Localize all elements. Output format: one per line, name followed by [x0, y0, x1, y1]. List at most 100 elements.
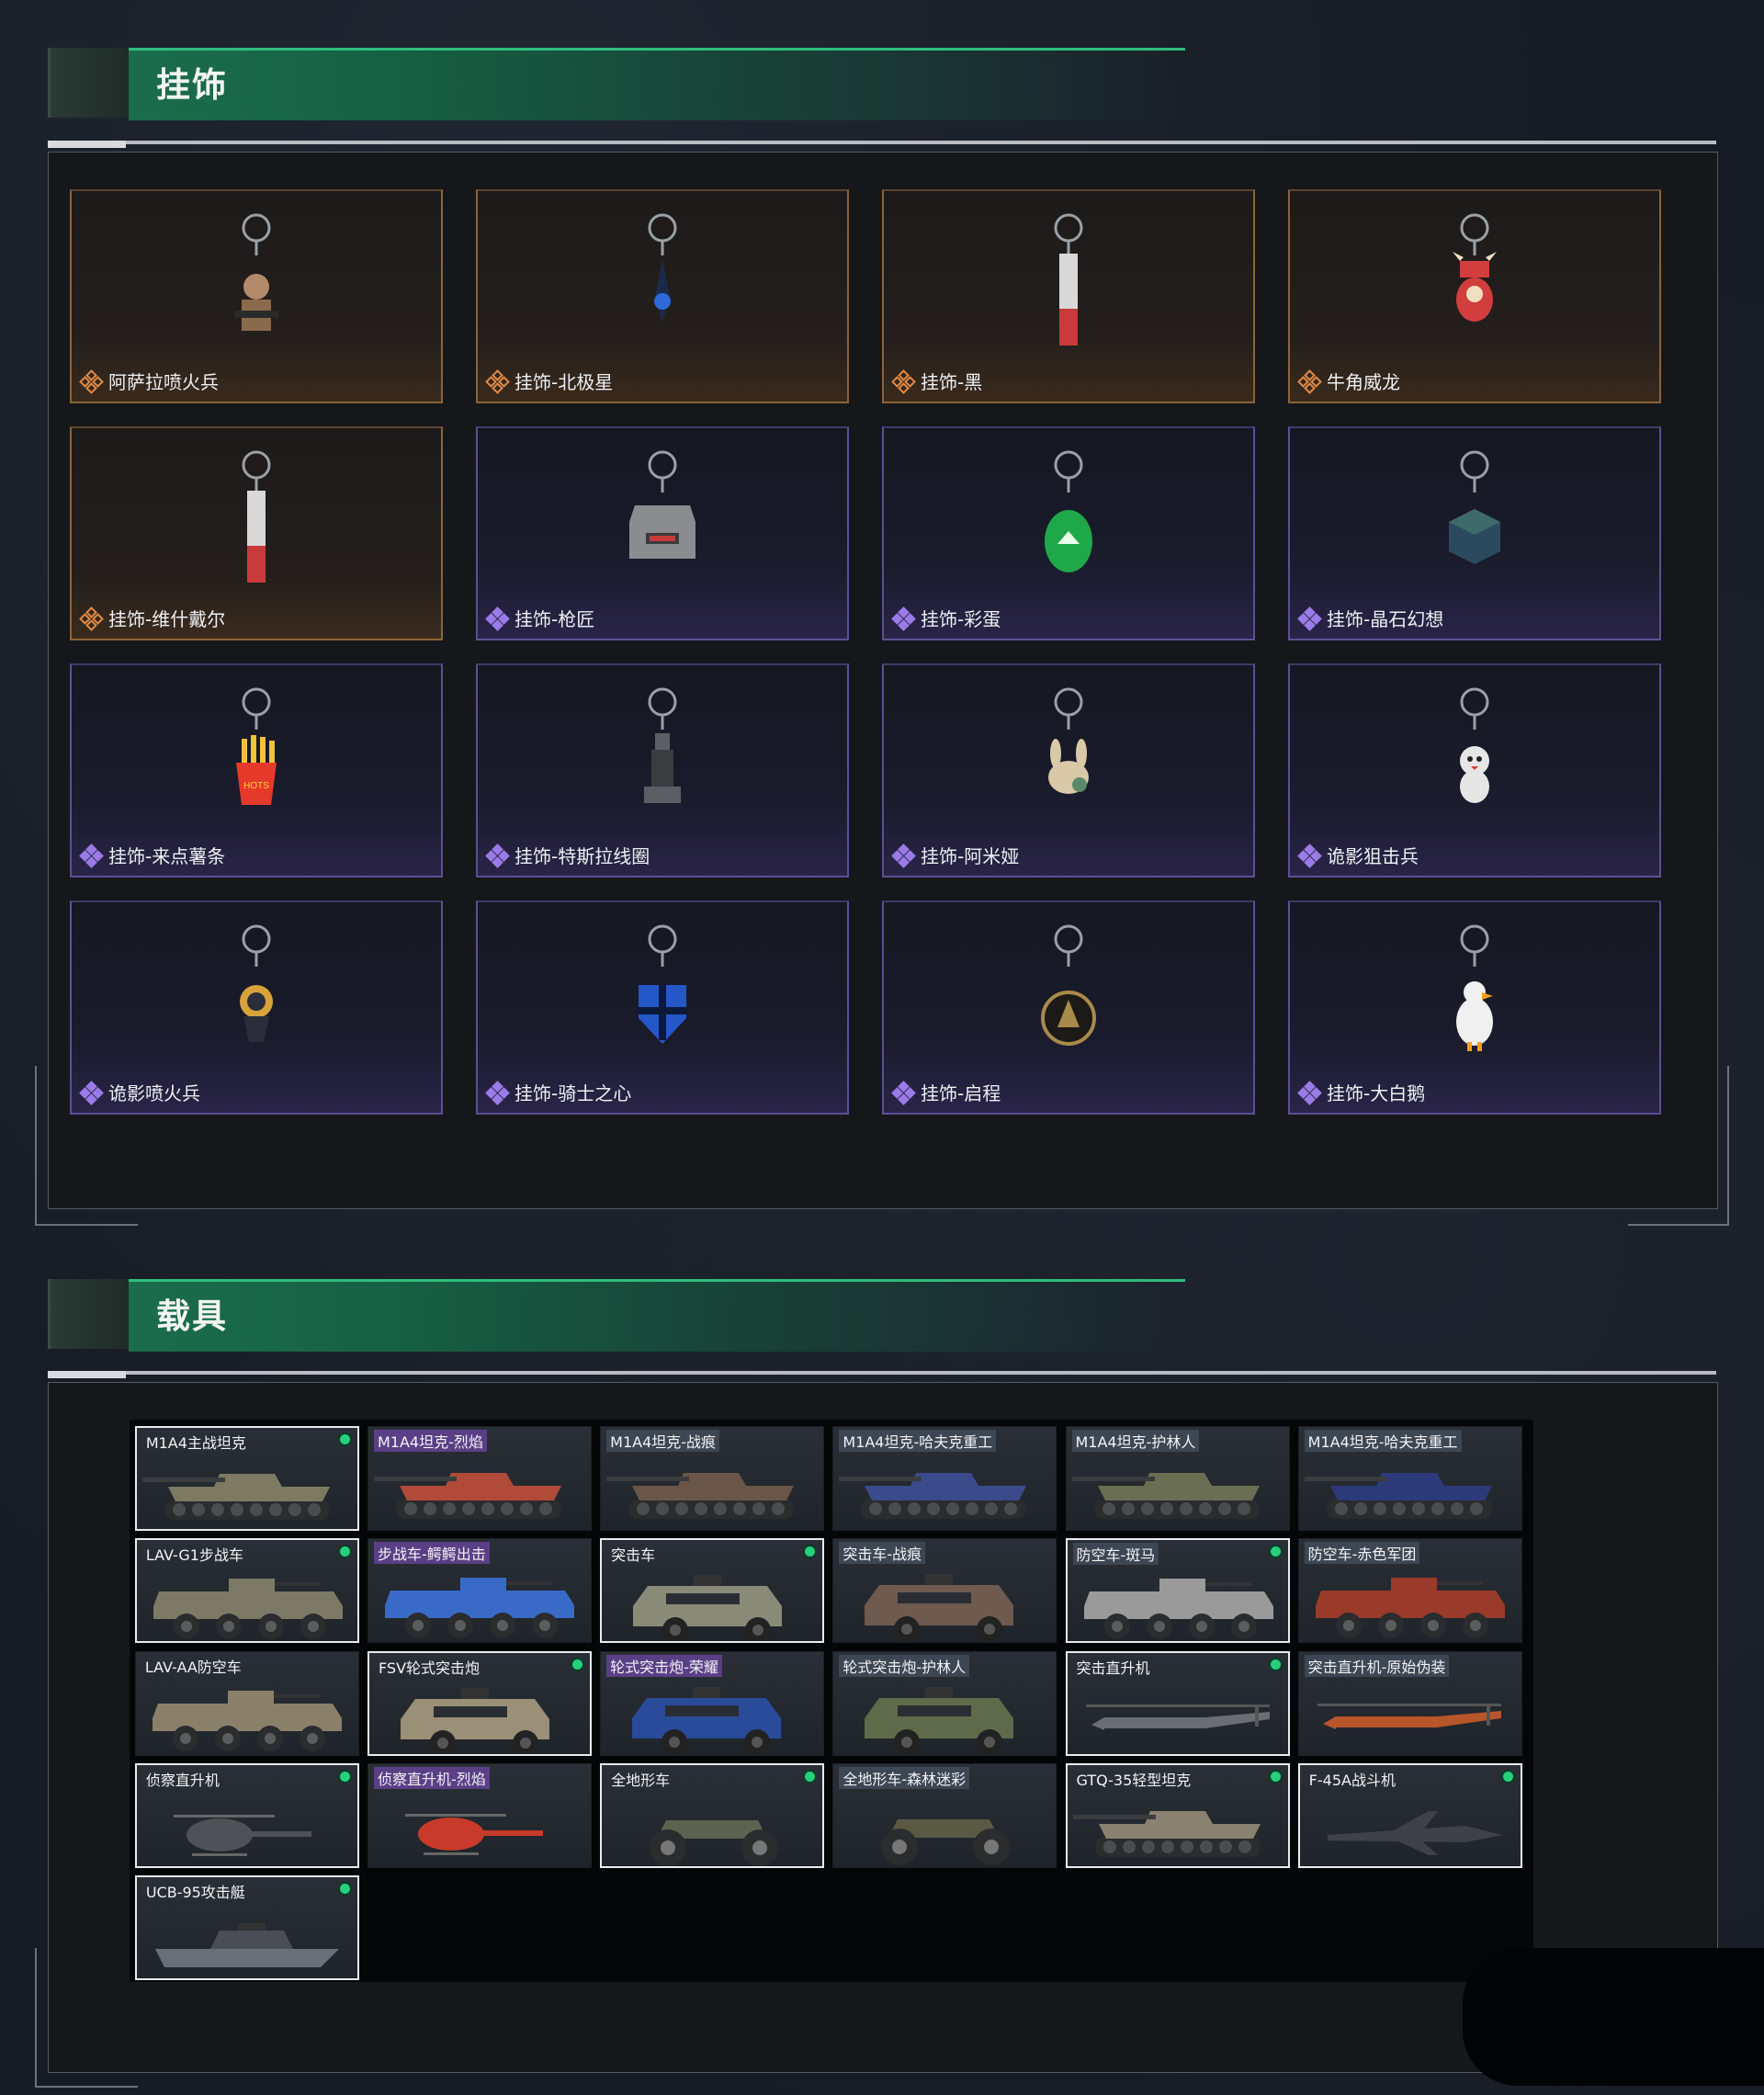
vehicle-name: M1A4坦克-哈夫克重工	[839, 1430, 997, 1453]
charm-label-row: 挂饰-启程	[891, 1079, 1001, 1105]
soldier-charm-icon	[72, 208, 441, 364]
vehicle-card[interactable]: 防空车-赤色军团	[1297, 1538, 1522, 1644]
blade-charm-icon	[72, 445, 441, 601]
vehicle-card[interactable]: 侦察直升机-烈焰	[367, 1762, 592, 1868]
vehicle-name: LAV-AA防空车	[144, 1658, 242, 1676]
vehicle-card[interactable]: 防空车-斑马	[1065, 1538, 1290, 1644]
charm-card[interactable]: 诡影喷火兵	[70, 900, 443, 1115]
header-bar	[129, 48, 1185, 120]
mrap-vehicle-icon	[865, 1686, 1014, 1755]
tank-vehicle-icon	[141, 1474, 330, 1521]
horn-dragon-charm-icon	[1290, 208, 1659, 364]
rarity-diamond-icon	[891, 368, 916, 394]
vehicle-card[interactable]: 全地形车	[600, 1762, 825, 1868]
vehicle-card[interactable]: 轮式突击炮-护林人	[832, 1650, 1057, 1756]
charm-label-row: 挂饰-维什戴尔	[79, 605, 226, 631]
owned-status-dot	[1270, 1546, 1281, 1557]
rarity-diamond-icon	[1297, 606, 1322, 631]
vehicle-card[interactable]: 轮式突击炮-荣耀	[600, 1650, 825, 1756]
scout-vehicle-icon	[173, 1814, 311, 1856]
charm-name: 挂饰-大白鹅	[1327, 1082, 1426, 1104]
corner-overlay	[1463, 1948, 1764, 2086]
vehicle-card[interactable]: 突击直升机-原始伪装	[1297, 1650, 1522, 1756]
charm-card[interactable]: 挂饰-启程	[882, 900, 1255, 1115]
charm-card[interactable]: 挂饰-维什戴尔	[70, 426, 443, 640]
charm-card[interactable]: 诡影狙击兵	[1288, 663, 1661, 878]
vehicle-card[interactable]: 突击车-战痕	[832, 1538, 1057, 1644]
charm-card[interactable]: 挂饰-阿米娅	[882, 663, 1255, 878]
vehicle-card[interactable]: GTQ-35轻型坦克	[1065, 1762, 1290, 1868]
owned-status-dot	[339, 1884, 350, 1895]
rarity-diamond-icon	[79, 843, 104, 868]
vehicle-card[interactable]: F-45A战斗机	[1297, 1762, 1522, 1868]
charm-card[interactable]: HOTS 挂饰-来点薯条	[70, 663, 443, 878]
tank-vehicle-icon	[1304, 1473, 1492, 1520]
charm-name: 挂饰-维什戴尔	[108, 608, 226, 630]
charm-label-row: 挂饰-枪匠	[485, 605, 594, 631]
heli-vehicle-icon	[1085, 1704, 1270, 1730]
vehicle-name: UCB-95攻击艇	[145, 1884, 245, 1902]
charm-label-row: 挂饰-来点薯条	[79, 842, 226, 868]
vehicle-name: 防空车-斑马	[1072, 1543, 1159, 1566]
vehicle-name: 侦察直升机-烈焰	[373, 1766, 490, 1789]
charm-card[interactable]: 挂饰-特斯拉线圈	[476, 663, 849, 878]
charm-label-row: 牛角威龙	[1297, 368, 1400, 394]
rarity-diamond-icon	[1297, 1080, 1322, 1105]
boat-vehicle-icon	[154, 1923, 339, 1968]
charm-label-row: 挂饰-晶石幻想	[1297, 605, 1443, 631]
owned-status-dot	[571, 1659, 582, 1670]
vehicles-section-header: 载具	[48, 1279, 1716, 1352]
charm-card[interactable]: 挂饰-骑士之心	[476, 900, 849, 1115]
charm-name: 阿萨拉喷火兵	[108, 371, 219, 393]
charm-card[interactable]: 挂饰-大白鹅	[1288, 900, 1661, 1115]
charm-card[interactable]: 挂饰-枪匠	[476, 426, 849, 640]
charm-label-row: 诡影狙击兵	[1297, 842, 1419, 868]
vehicle-card[interactable]: 全地形车-森林迷彩	[832, 1762, 1057, 1868]
vehicle-card[interactable]: M1A4坦克-哈夫克重工	[1297, 1426, 1522, 1532]
charm-name: 挂饰-特斯拉线圈	[514, 845, 650, 867]
rarity-diamond-icon	[1297, 368, 1322, 394]
vehicle-card[interactable]: LAV-G1步战车	[134, 1538, 359, 1644]
vehicle-card[interactable]: FSV轮式突击炮	[367, 1650, 592, 1756]
charm-name: 挂饰-骑士之心	[514, 1082, 632, 1104]
charm-card[interactable]: 阿萨拉喷火兵	[70, 189, 443, 403]
vehicle-grid: M1A4主战坦克 M1A4坦克-烈焰 M1A4坦克-战痕 M1A4坦克-哈夫克重工 M1…	[130, 1420, 1533, 1982]
vehicle-card[interactable]: M1A4坦克-烈焰	[367, 1426, 592, 1532]
vehicle-card[interactable]: M1A4坦克-战痕	[600, 1426, 825, 1532]
vehicle-card[interactable]: M1A4坦克-哈夫克重工	[832, 1426, 1057, 1532]
panel-corner-left	[35, 1948, 138, 2088]
owned-status-dot	[339, 1771, 350, 1782]
vehicle-card[interactable]: 突击直升机	[1065, 1650, 1290, 1756]
charm-name: 挂饰-启程	[921, 1082, 1001, 1104]
charm-card[interactable]: 牛角威龙	[1288, 189, 1661, 403]
owned-status-dot	[805, 1546, 816, 1557]
vehicle-name: FSV轮式突击炮	[378, 1659, 481, 1677]
charm-card[interactable]: 挂饰-北极星	[476, 189, 849, 403]
gunsmith-case-charm-icon	[478, 445, 847, 601]
owned-status-dot	[339, 1434, 350, 1445]
vehicle-card[interactable]: M1A4坦克-护林人	[1065, 1426, 1290, 1532]
vehicle-name: 全地形车-森林迷彩	[839, 1766, 970, 1789]
vehicle-card[interactable]: M1A4主战坦克	[134, 1426, 359, 1532]
charm-label-row: 诡影喷火兵	[79, 1079, 200, 1105]
vehicle-card[interactable]: 侦察直升机	[134, 1762, 359, 1868]
vehicle-name: 防空车-赤色军团	[1304, 1542, 1420, 1565]
charm-card[interactable]: 挂饰-晶石幻想	[1288, 426, 1661, 640]
charm-name: 诡影狙击兵	[1327, 845, 1419, 867]
charm-card[interactable]: 挂饰-彩蛋	[882, 426, 1255, 640]
rarity-diamond-icon	[485, 843, 510, 868]
charm-card[interactable]: 挂饰-黑	[882, 189, 1255, 403]
vehicle-card[interactable]: LAV-AA防空车	[134, 1650, 359, 1756]
header-stub	[48, 48, 131, 118]
vehicle-card[interactable]: 突击车	[600, 1538, 825, 1644]
tesla-coil-charm-icon	[478, 682, 847, 838]
tank-vehicle-icon	[606, 1473, 795, 1520]
bunny-charm-icon	[884, 682, 1253, 838]
mrap-vehicle-icon	[632, 1686, 782, 1755]
tank-vehicle-icon	[373, 1473, 561, 1520]
charm-name: 挂饰-来点薯条	[108, 845, 226, 867]
vehicle-card[interactable]: UCB-95攻击艇	[134, 1875, 359, 1981]
tank-vehicle-icon	[1072, 1810, 1261, 1857]
vehicle-name: M1A4坦克-烈焰	[373, 1430, 487, 1453]
vehicle-card[interactable]: 步战车-鳄鳄出击	[367, 1538, 592, 1644]
